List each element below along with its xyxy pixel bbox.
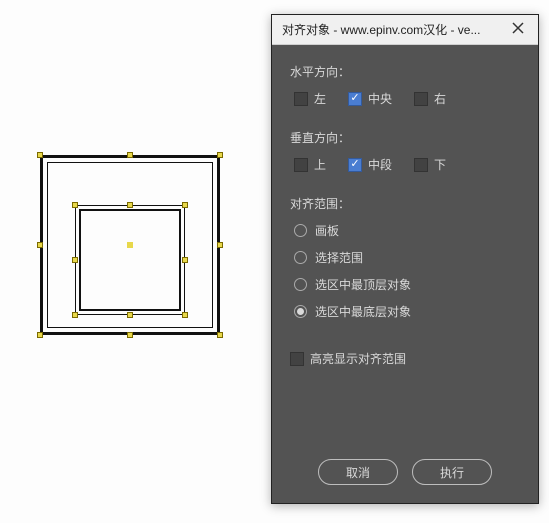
dialog-body: 水平方向： 左 ✓ 中央 右 垂直方向： [272, 45, 538, 447]
execute-button[interactable]: 执行 [412, 459, 492, 485]
radio-icon [294, 251, 307, 264]
button-label: 执行 [440, 464, 464, 481]
checkbox-icon: ✓ [348, 92, 362, 106]
radio-scope-artboard[interactable]: 画板 [294, 222, 520, 239]
checkbox-highlight-range[interactable]: 高亮显示对齐范围 [290, 350, 520, 367]
checkbox-vertical-top[interactable]: 上 [294, 156, 326, 173]
checkbox-label: 高亮显示对齐范围 [310, 350, 406, 367]
anchor-bottom-mid[interactable] [127, 332, 133, 338]
radio-icon [294, 278, 307, 291]
checkbox-icon: ✓ [348, 158, 362, 172]
anchor-top-mid[interactable] [127, 202, 133, 208]
anchor-right-mid[interactable] [182, 257, 188, 263]
checkbox-horizontal-center[interactable]: ✓ 中央 [348, 90, 392, 107]
inner-rect-selection[interactable] [75, 205, 185, 315]
anchor-right-mid[interactable] [217, 242, 223, 248]
anchor-left-mid[interactable] [72, 257, 78, 263]
inner-rect-shape [75, 205, 185, 315]
radio-scope-bottommost[interactable]: 选区中最底层对象 [294, 303, 520, 320]
radio-label: 选区中最底层对象 [315, 303, 411, 320]
section-vertical: 垂直方向： 上 ✓ 中段 下 [290, 129, 520, 173]
anchor-left-mid[interactable] [37, 242, 43, 248]
anchor-top-mid[interactable] [127, 152, 133, 158]
checkbox-icon [294, 158, 308, 172]
anchor-top-left[interactable] [72, 202, 78, 208]
anchor-top-right[interactable] [217, 152, 223, 158]
canvas-preview [10, 155, 250, 395]
anchor-bottom-left[interactable] [72, 312, 78, 318]
anchor-bottom-mid[interactable] [127, 312, 133, 318]
radio-icon [294, 224, 307, 237]
checkbox-icon [290, 352, 304, 366]
cancel-button[interactable]: 取消 [318, 459, 398, 485]
dialog-title: 对齐对象 - www.epinv.com汉化 - ve... [282, 21, 504, 38]
checkbox-horizontal-left[interactable]: 左 [294, 90, 326, 107]
section-scope: 对齐范围： 画板 选择范围 选区中最顶层对象 选区中最底层对象 [290, 195, 520, 320]
scope-options: 画板 选择范围 选区中最顶层对象 选区中最底层对象 [290, 222, 520, 320]
anchor-top-left[interactable] [37, 152, 43, 158]
section-label: 垂直方向： [290, 129, 520, 146]
radio-scope-topmost[interactable]: 选区中最顶层对象 [294, 276, 520, 293]
align-dialog: 对齐对象 - www.epinv.com汉化 - ve... 水平方向： 左 ✓… [271, 14, 539, 504]
checkbox-label: 中央 [368, 90, 392, 107]
horizontal-options: 左 ✓ 中央 右 [290, 90, 520, 107]
radio-scope-selection[interactable]: 选择范围 [294, 249, 520, 266]
radio-label: 选区中最顶层对象 [315, 276, 411, 293]
close-icon [512, 22, 524, 37]
checkbox-vertical-middle[interactable]: ✓ 中段 [348, 156, 392, 173]
anchor-bottom-right[interactable] [182, 312, 188, 318]
checkbox-label: 上 [314, 156, 326, 173]
section-label: 对齐范围： [290, 195, 520, 212]
checkbox-icon [294, 92, 308, 106]
anchor-bottom-right[interactable] [217, 332, 223, 338]
vertical-options: 上 ✓ 中段 下 [290, 156, 520, 173]
radio-icon [294, 305, 307, 318]
checkbox-vertical-bottom[interactable]: 下 [414, 156, 446, 173]
section-label: 水平方向： [290, 63, 520, 80]
checkbox-label: 左 [314, 90, 326, 107]
radio-label: 选择范围 [315, 249, 363, 266]
checkbox-label: 中段 [368, 156, 392, 173]
checkbox-label: 下 [434, 156, 446, 173]
checkbox-icon [414, 158, 428, 172]
checkbox-label: 右 [434, 90, 446, 107]
button-label: 取消 [346, 464, 370, 481]
radio-label: 画板 [315, 222, 339, 239]
checkbox-icon [414, 92, 428, 106]
anchor-top-right[interactable] [182, 202, 188, 208]
checkbox-horizontal-right[interactable]: 右 [414, 90, 446, 107]
titlebar[interactable]: 对齐对象 - www.epinv.com汉化 - ve... [272, 15, 538, 45]
section-horizontal: 水平方向： 左 ✓ 中央 右 [290, 63, 520, 107]
close-button[interactable] [504, 18, 532, 42]
anchor-bottom-left[interactable] [37, 332, 43, 338]
button-bar: 取消 执行 [272, 447, 538, 503]
